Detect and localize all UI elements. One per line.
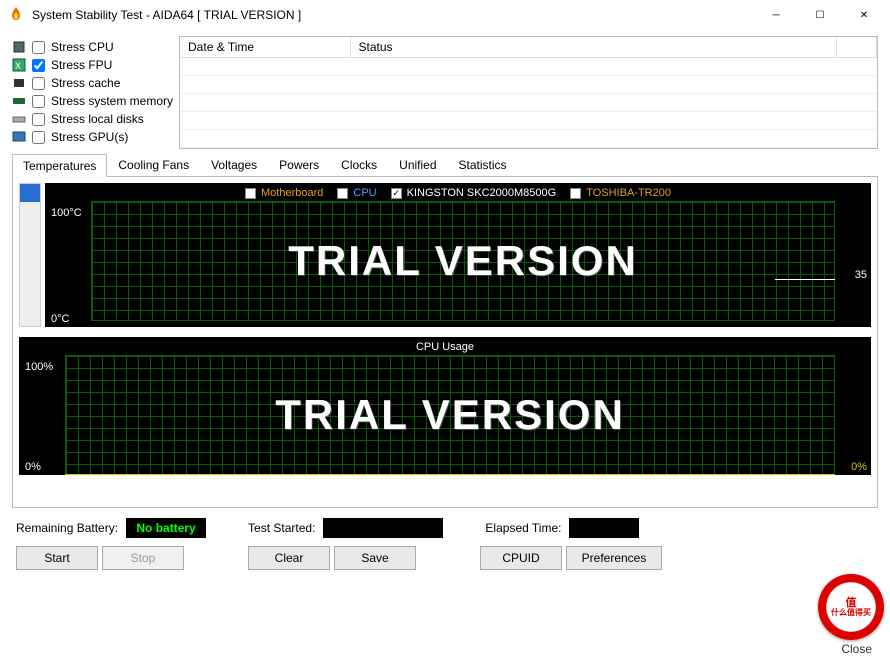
col-status[interactable]: Status xyxy=(350,37,836,58)
stress-options: Stress CPU X Stress FPU Stress cache Stre… xyxy=(12,36,173,149)
opt-label: Stress local disks xyxy=(51,112,144,126)
opt-label: Stress GPU(s) xyxy=(51,130,128,144)
trace-line xyxy=(775,279,835,280)
cpu-icon xyxy=(12,40,26,54)
chart-legend: Motherboard CPU ✓KINGSTON SKC2000M8500G … xyxy=(45,183,871,201)
y-axis-top: 100°C xyxy=(51,207,82,219)
checkbox-stress-gpu[interactable] xyxy=(32,131,45,144)
started-label: Test Started: xyxy=(248,521,315,535)
opt-stress-cache[interactable]: Stress cache xyxy=(12,76,173,90)
log-table: Date & TimeStatus xyxy=(179,36,878,149)
tab-temperatures[interactable]: Temperatures xyxy=(12,154,107,177)
y-axis-top: 100% xyxy=(25,361,53,373)
minimize-button[interactable]: ─ xyxy=(754,0,798,30)
checkbox-stress-disks[interactable] xyxy=(32,113,45,126)
tab-statistics[interactable]: Statistics xyxy=(448,153,518,176)
tab-unified[interactable]: Unified xyxy=(388,153,447,176)
y-axis-bot: 0°C xyxy=(51,313,69,325)
legend-motherboard[interactable]: Motherboard xyxy=(245,187,323,199)
legend-toshiba[interactable]: TOSHIBA-TR200 xyxy=(570,187,671,199)
table-row xyxy=(180,94,876,112)
legend-kingston[interactable]: ✓KINGSTON SKC2000M8500G xyxy=(391,187,557,199)
tab-voltages[interactable]: Voltages xyxy=(200,153,268,176)
app-icon xyxy=(8,7,24,23)
chart-title: CPU Usage xyxy=(19,337,871,355)
save-button[interactable]: Save xyxy=(334,546,416,570)
checkbox-stress-fpu[interactable] xyxy=(32,59,45,72)
y-axis-bot: 0% xyxy=(25,461,41,473)
button-row: Start Stop Clear Save CPUID Preferences xyxy=(12,544,878,574)
col-datetime[interactable]: Date & Time xyxy=(180,37,350,58)
current-value: 0% xyxy=(851,461,867,473)
opt-stress-fpu[interactable]: X Stress FPU xyxy=(12,58,173,72)
opt-stress-disks[interactable]: Stress local disks xyxy=(12,112,173,126)
maximize-button[interactable]: ☐ xyxy=(798,0,842,30)
clear-button[interactable]: Clear xyxy=(248,546,330,570)
battery-label: Remaining Battery: xyxy=(16,521,118,535)
memory-icon xyxy=(12,94,26,108)
opt-label: Stress cache xyxy=(51,76,120,90)
svg-text:X: X xyxy=(15,61,21,71)
tab-bar: Temperatures Cooling Fans Voltages Power… xyxy=(12,153,878,177)
fpu-icon: X xyxy=(12,58,26,72)
current-value: 35 xyxy=(855,269,867,281)
opt-stress-cpu[interactable]: Stress CPU xyxy=(12,40,173,54)
cpuid-button[interactable]: CPUID xyxy=(480,546,562,570)
started-value xyxy=(323,518,443,538)
titlebar: System Stability Test - AIDA64 [ TRIAL V… xyxy=(0,0,890,30)
trace-line xyxy=(65,474,835,475)
opt-label: Stress CPU xyxy=(51,40,114,54)
disk-icon xyxy=(12,112,26,126)
close-text[interactable]: Close xyxy=(841,642,872,656)
tab-powers[interactable]: Powers xyxy=(268,153,330,176)
start-button[interactable]: Start xyxy=(16,546,98,570)
checkbox-stress-memory[interactable] xyxy=(32,95,45,108)
table-row xyxy=(180,112,876,130)
temperature-chart: Motherboard CPU ✓KINGSTON SKC2000M8500G … xyxy=(45,183,871,327)
elapsed-label: Elapsed Time: xyxy=(485,521,561,535)
battery-value: No battery xyxy=(126,518,206,538)
smzdm-badge-icon: 值什么值得买 xyxy=(818,574,884,640)
legend-cpu[interactable]: CPU xyxy=(337,187,376,199)
tab-clocks[interactable]: Clocks xyxy=(330,153,388,176)
cpu-usage-chart: CPU Usage 100% TRIAL VERSION 0% 0% xyxy=(19,337,871,475)
table-row xyxy=(180,58,876,76)
opt-label: Stress FPU xyxy=(51,58,112,72)
table-row xyxy=(180,76,876,94)
checkbox-stress-cpu[interactable] xyxy=(32,41,45,54)
slider-thumb[interactable] xyxy=(20,184,40,202)
tab-cooling-fans[interactable]: Cooling Fans xyxy=(107,153,200,176)
opt-label: Stress system memory xyxy=(51,94,173,108)
table-row xyxy=(180,130,876,148)
close-button[interactable]: ✕ xyxy=(842,0,886,30)
stop-button[interactable]: Stop xyxy=(102,546,184,570)
elapsed-value xyxy=(569,518,639,538)
sensor-slider[interactable] xyxy=(19,183,41,327)
status-row: Remaining Battery: No battery Test Start… xyxy=(12,508,878,544)
gpu-icon xyxy=(12,130,26,144)
opt-stress-gpu[interactable]: Stress GPU(s) xyxy=(12,130,173,144)
preferences-button[interactable]: Preferences xyxy=(566,546,662,570)
cache-icon xyxy=(12,76,26,90)
opt-stress-memory[interactable]: Stress system memory xyxy=(12,94,173,108)
checkbox-stress-cache[interactable] xyxy=(32,77,45,90)
window-title: System Stability Test - AIDA64 [ TRIAL V… xyxy=(32,8,754,22)
